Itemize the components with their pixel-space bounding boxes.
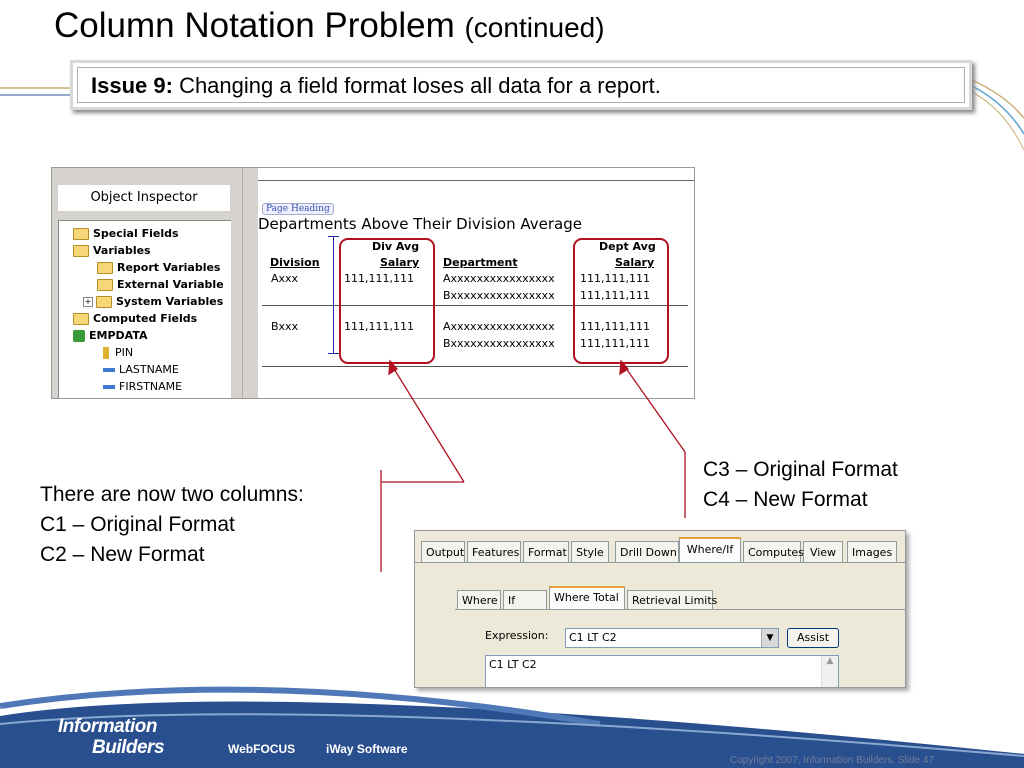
inner-tab-if[interactable]: If <box>503 590 547 609</box>
tab-view[interactable]: View <box>803 541 843 562</box>
product-iway: iWay Software <box>326 742 408 756</box>
inner-tab-where[interactable]: Where <box>457 590 501 609</box>
expression-select[interactable]: C1 LT C2 ▼ <box>565 628 779 648</box>
report-options-dialog: Output Features Format Style Drill Down … <box>414 530 906 688</box>
inner-tab-retrieval-limits[interactable]: Retrieval Limits <box>627 590 717 609</box>
tab-output[interactable]: Output <box>421 541 465 562</box>
logo-line2: Builders <box>92 737 165 758</box>
tab-where-if[interactable]: Where/If <box>679 537 741 563</box>
tab-style[interactable]: Style <box>571 541 609 562</box>
tab-computes[interactable]: Computes <box>743 541 804 562</box>
dropdown-arrow-icon[interactable]: ▼ <box>761 629 778 647</box>
inner-tab-where-total[interactable]: Where Total <box>549 586 625 609</box>
tab-features[interactable]: Features <box>467 541 521 562</box>
assist-button[interactable]: Assist <box>787 628 839 648</box>
note-right: C3 – Original Format C4 – New Format <box>703 458 898 511</box>
tab-images[interactable]: Images <box>847 541 897 562</box>
logo-line1: Information <box>58 716 158 737</box>
tab-format[interactable]: Format <box>523 541 569 562</box>
copyright-text: Copyright 2007, Information Builders. Sl… <box>730 755 935 766</box>
product-webfocus: WebFOCUS <box>228 742 296 756</box>
note-left: There are now two columns: C1 – Original… <box>40 483 304 566</box>
expression-label: Expression: <box>485 629 549 642</box>
tab-drill-down[interactable]: Drill Down <box>615 541 679 562</box>
